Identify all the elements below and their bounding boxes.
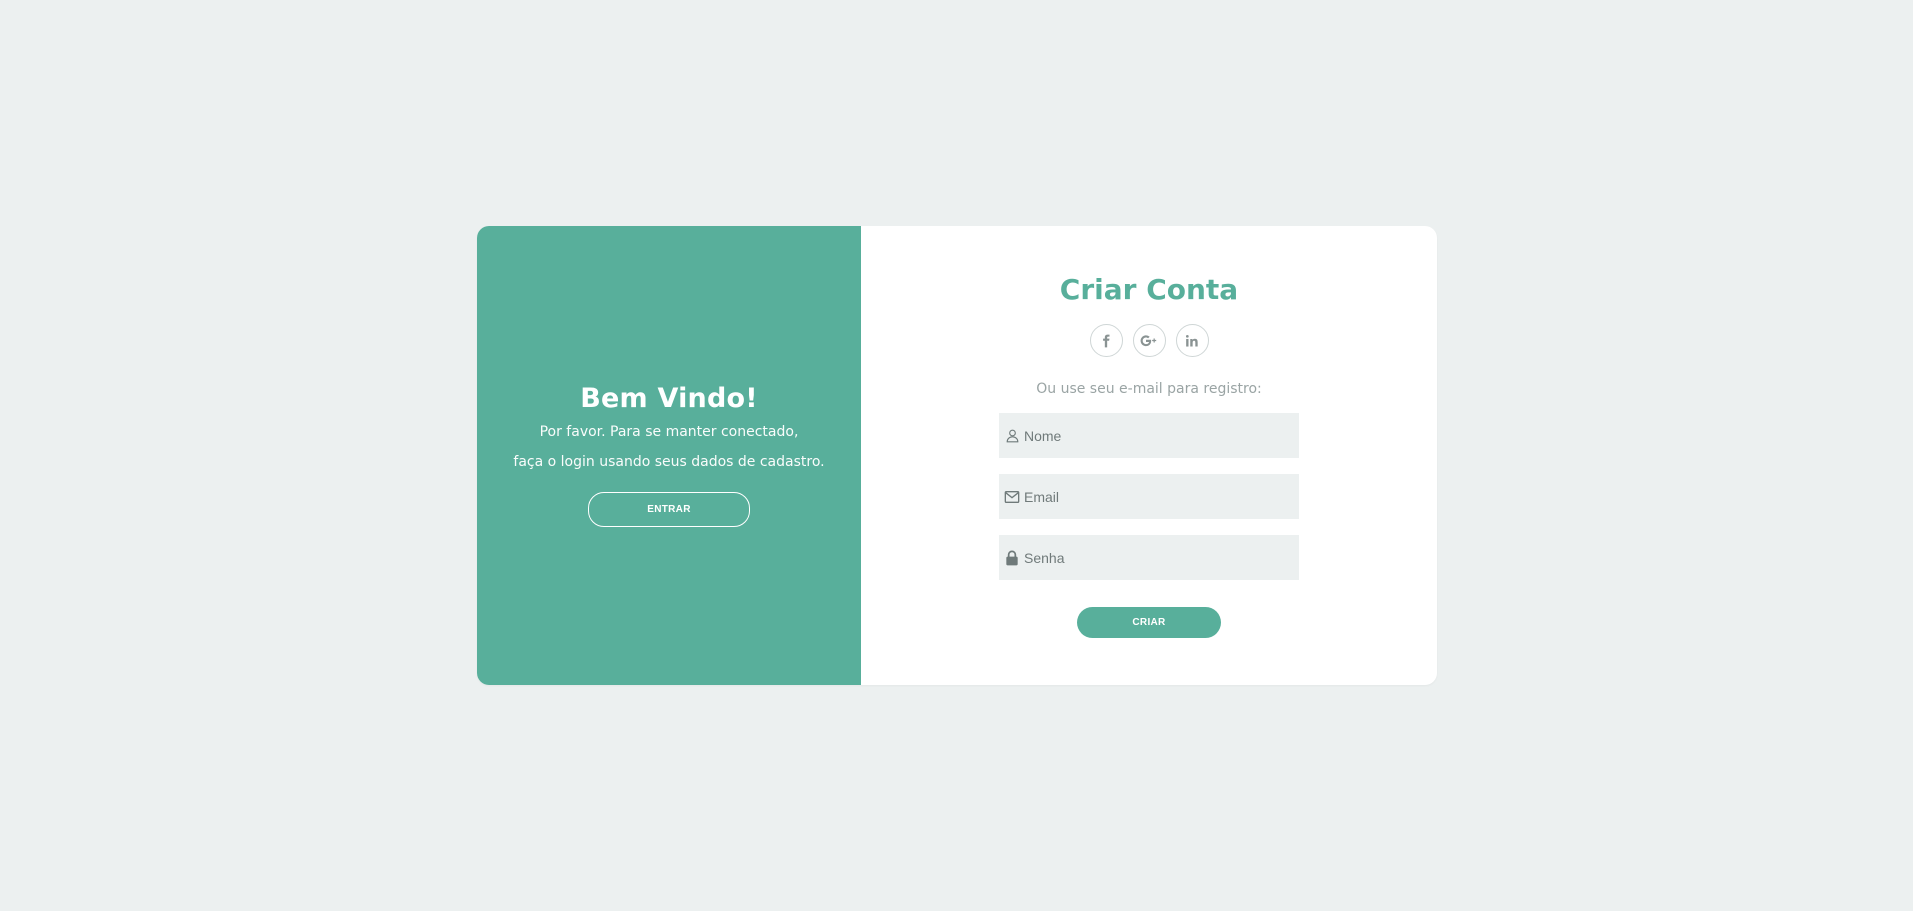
welcome-content: Bem Vindo! Por favor. Para se manter con… xyxy=(477,383,861,527)
name-field xyxy=(999,413,1299,458)
login-button[interactable]: ENTRAR xyxy=(588,492,750,527)
name-input[interactable] xyxy=(1024,427,1284,444)
password-field xyxy=(999,535,1299,580)
envelope-icon xyxy=(1004,489,1020,505)
email-field xyxy=(999,474,1299,519)
welcome-panel: Bem Vindo! Por favor. Para se manter con… xyxy=(477,226,861,685)
email-input[interactable] xyxy=(1024,488,1284,505)
create-account-panel: Criar Conta Ou use seu e-mail para regis… xyxy=(861,226,1437,685)
user-icon xyxy=(1004,428,1020,444)
welcome-text-line2: faça o login usando seus dados de cadast… xyxy=(513,454,825,470)
facebook-icon xyxy=(1099,334,1113,348)
password-input[interactable] xyxy=(1024,549,1284,566)
google-plus-button[interactable] xyxy=(1132,324,1166,357)
linkedin-button[interactable] xyxy=(1175,324,1209,357)
lock-icon xyxy=(1004,550,1020,566)
signup-card: Bem Vindo! Por favor. Para se manter con… xyxy=(477,226,1437,685)
welcome-title: Bem Vindo! xyxy=(580,383,758,414)
email-register-hint: Ou use seu e-mail para registro: xyxy=(1036,381,1262,397)
facebook-button[interactable] xyxy=(1089,324,1123,357)
google-plus-icon xyxy=(1140,334,1158,348)
welcome-text-line1: Por favor. Para se manter conectado, xyxy=(539,424,799,440)
social-login-row xyxy=(861,324,1437,357)
create-account-button[interactable]: CRIAR xyxy=(1077,607,1221,638)
create-account-title: Criar Conta xyxy=(1059,273,1239,306)
linkedin-icon xyxy=(1185,334,1199,348)
